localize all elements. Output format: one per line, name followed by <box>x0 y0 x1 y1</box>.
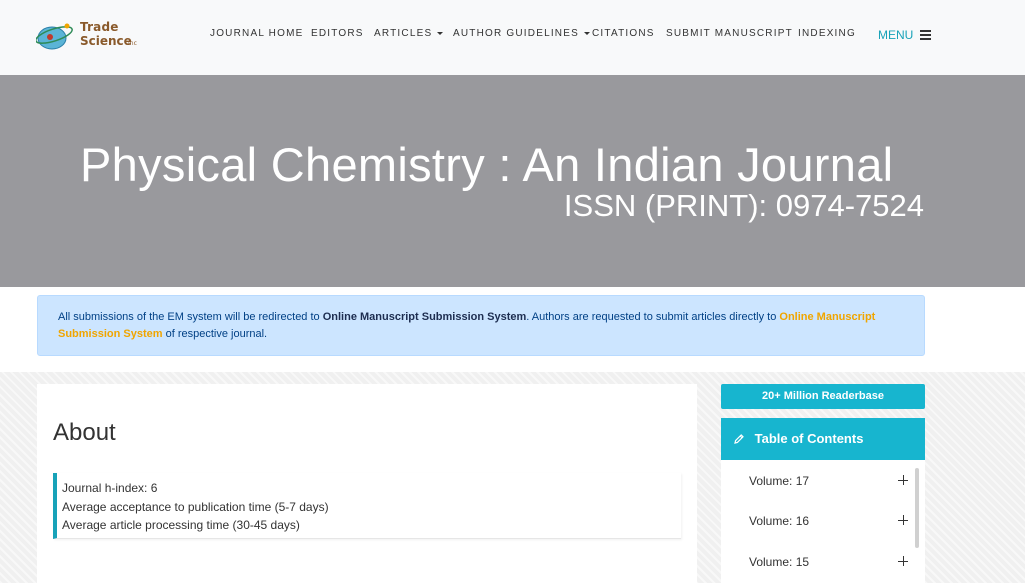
notice-section: All submissions of the EM system will be… <box>0 287 1025 372</box>
caret-down-icon <box>583 31 590 35</box>
nav-label: AUTHOR GUIDELINES <box>453 28 579 39</box>
notice-text: of respective journal. <box>162 328 268 340</box>
readerbase-button[interactable]: 20+ Million Readerbase <box>721 384 925 409</box>
toc-volume-list: Volume: 17 Volume: 16 Volume: 15 <box>721 460 925 583</box>
metric-processing-time: Average article processing time (30-45 d… <box>62 518 300 532</box>
nav-label: SUBMIT MANUSCRIPT <box>666 28 793 39</box>
notice-bold-text: Online Manuscript Submission System <box>322 311 527 323</box>
menu-button[interactable]: MENU <box>878 28 931 42</box>
nav-label: ARTICLES <box>374 28 433 39</box>
nav-journal-home[interactable]: JOURNAL HOME <box>210 28 303 39</box>
nav-author-guidelines[interactable]: AUTHOR GUIDELINES <box>453 28 590 39</box>
logo-text-inc: Inc <box>128 40 137 47</box>
volume-item[interactable]: Volume: 17 <box>749 474 809 488</box>
logo-text-trade: Trade <box>80 20 119 34</box>
nav-label: INDEXING <box>798 28 856 39</box>
nav-label: CITATIONS <box>592 28 655 39</box>
logo-text-science: Science <box>80 34 132 48</box>
pencil-icon <box>734 433 744 444</box>
nav-indexing[interactable]: INDEXING <box>798 28 856 39</box>
nav-label: EDITORS <box>311 28 364 39</box>
notice-text: All submissions of the EM system will be… <box>58 311 323 323</box>
site-header: Trade Science Inc JOURNAL HOME EDITORS A… <box>0 0 1025 75</box>
journal-metrics: Journal h-index: 6 Average acceptance to… <box>53 473 681 539</box>
globe-logo-icon <box>36 23 73 50</box>
nav-articles[interactable]: ARTICLES <box>374 28 444 39</box>
about-card: About Journal h-index: 6 Average accepta… <box>37 384 697 583</box>
metric-acceptance-time: Average acceptance to publication time (… <box>62 499 329 514</box>
toc-header[interactable]: Table of Contents <box>721 418 925 460</box>
metric-h-index: Journal h-index: 6 <box>62 481 158 495</box>
nav-label: JOURNAL HOME <box>210 28 304 39</box>
nav-submit-manuscript[interactable]: SUBMIT MANUSCRIPT <box>666 28 793 39</box>
expand-plus-icon[interactable] <box>898 556 908 566</box>
nav-citations[interactable]: CITATIONS <box>592 28 655 39</box>
expand-plus-icon[interactable] <box>898 475 908 485</box>
about-heading: About <box>53 419 116 446</box>
expand-plus-icon[interactable] <box>898 515 908 525</box>
journal-issn: ISSN (PRINT): 0974-7524 <box>563 188 924 223</box>
caret-down-icon <box>437 31 444 35</box>
notice-text: . Authors are requested to submit articl… <box>526 311 780 323</box>
menu-label: MENU <box>878 28 914 42</box>
volume-item[interactable]: Volume: 15 <box>749 555 809 569</box>
submission-notice: All submissions of the EM system will be… <box>37 295 925 356</box>
journal-title: Physical Chemistry : An Indian Journal <box>80 138 894 191</box>
toc-scrollbar[interactable] <box>915 468 919 548</box>
trade-science-logo[interactable]: Trade Science Inc <box>36 18 146 54</box>
journal-banner: Physical Chemistry : An Indian Journal I… <box>0 75 1025 287</box>
toc-title: Table of Contents <box>754 431 864 446</box>
volume-item[interactable]: Volume: 16 <box>749 514 809 528</box>
nav-editors[interactable]: EDITORS <box>311 28 364 39</box>
hamburger-icon <box>919 30 931 40</box>
